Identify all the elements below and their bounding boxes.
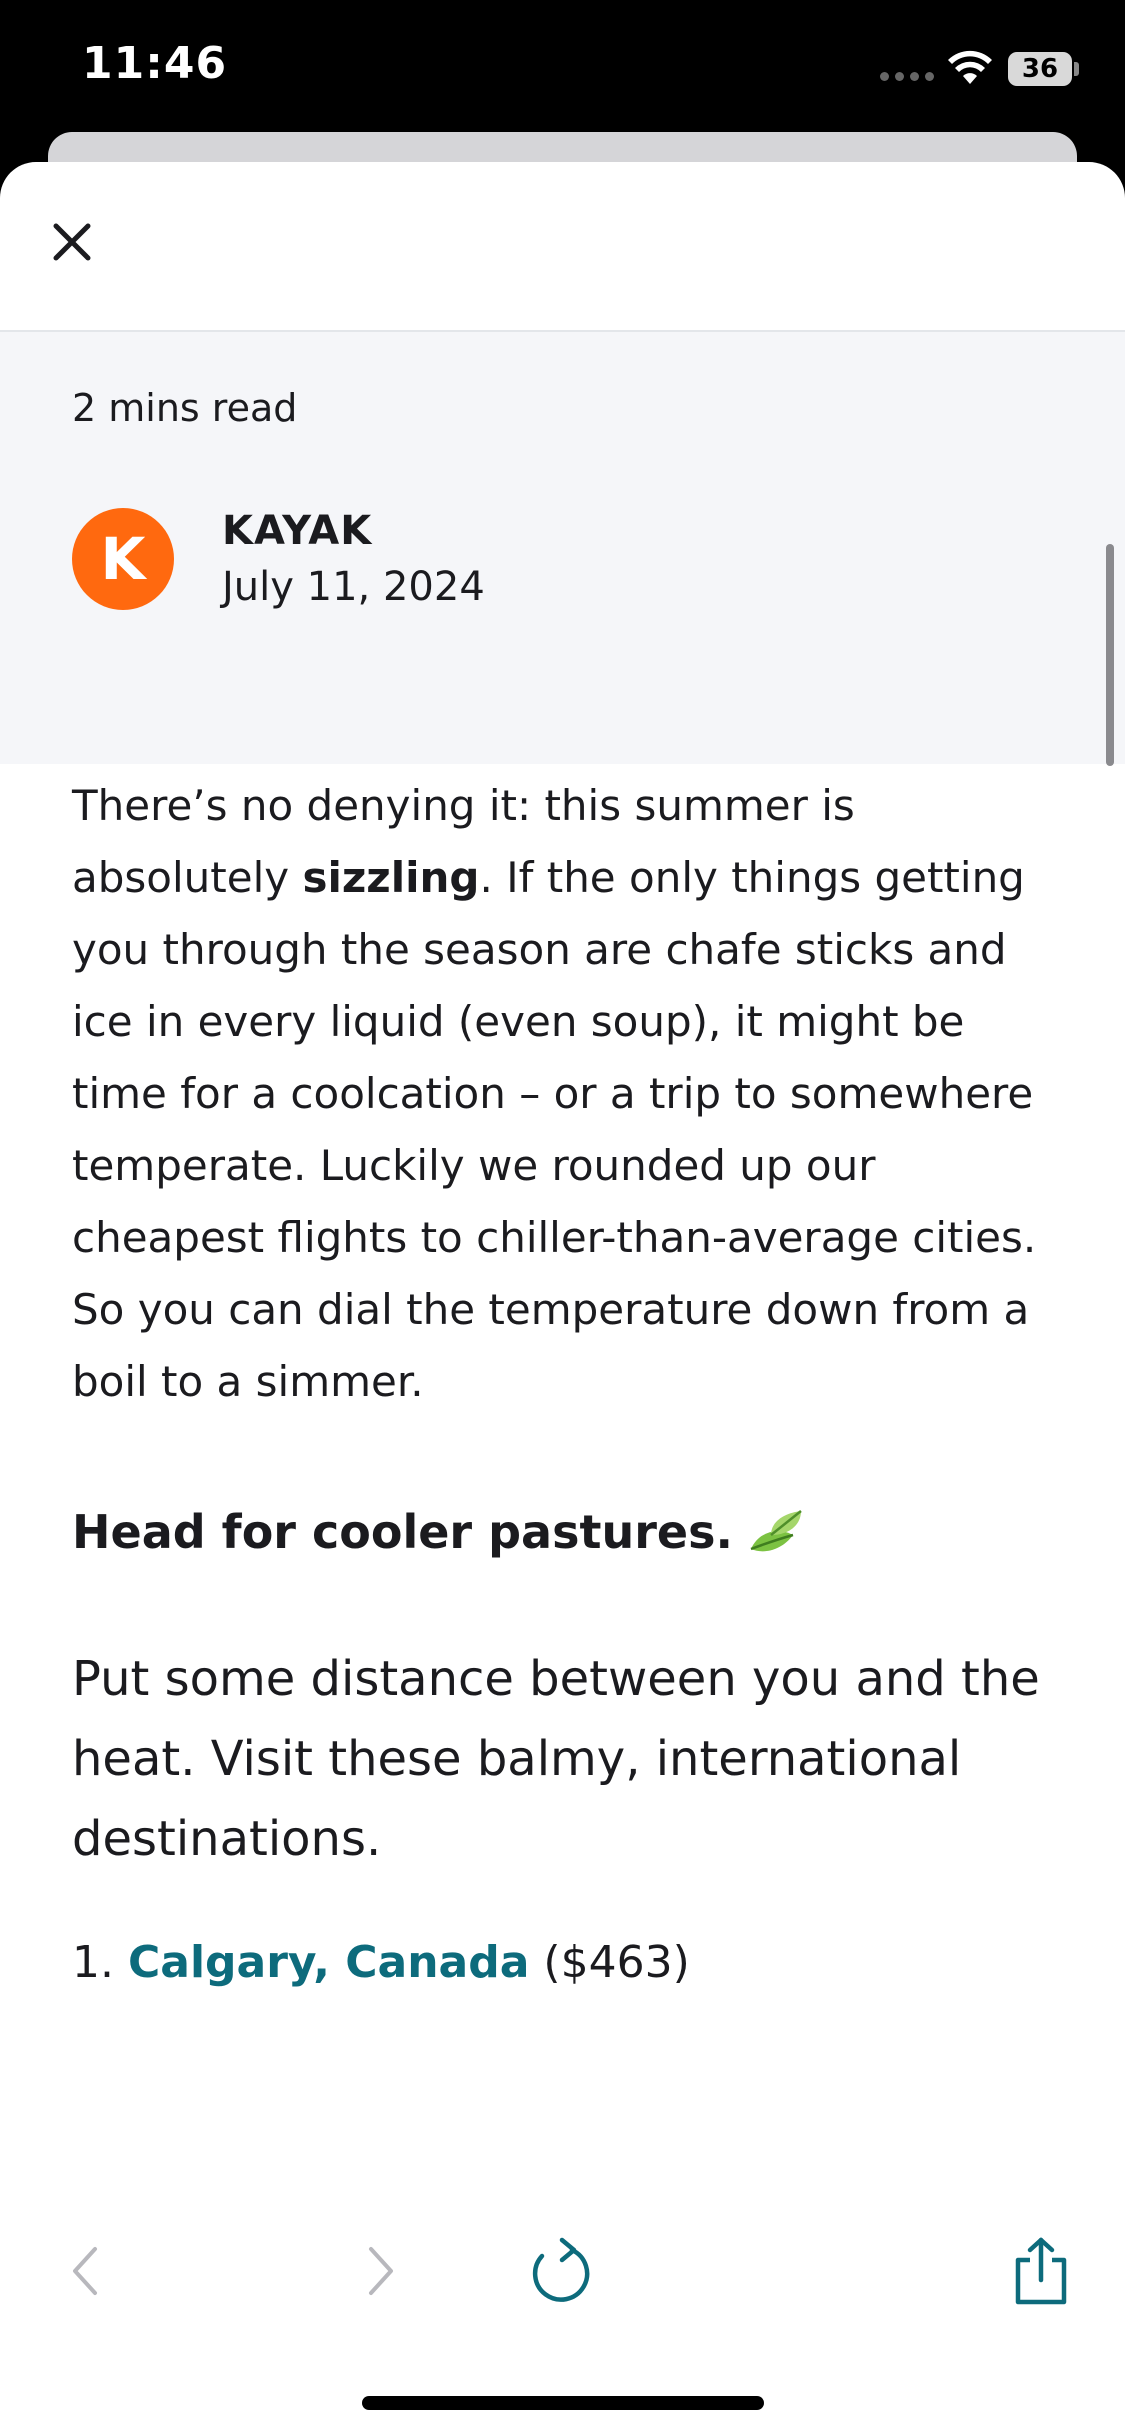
- cellular-signal-icon: [880, 72, 934, 81]
- intro-paragraph: There’s no denying it: this summer is ab…: [72, 770, 1072, 1418]
- read-time: 2 mins read: [72, 386, 298, 430]
- article-meta: 2 mins read K KAYAK July 11, 2024: [0, 332, 1125, 764]
- battery-icon: 36: [1008, 52, 1072, 86]
- section-heading-text: Head for cooler pastures.: [72, 1505, 733, 1559]
- intro-text-b: . If the only things getting you through…: [72, 853, 1037, 1406]
- post-date: July 11, 2024: [222, 564, 485, 610]
- back-icon: [73, 2247, 97, 2295]
- author-name: KAYAK: [222, 508, 373, 554]
- list-number: 1.: [72, 1936, 114, 1988]
- destination-price: ($463): [543, 1936, 690, 1988]
- battery-tip: [1074, 62, 1079, 76]
- article-body: There’s no denying it: this summer is ab…: [72, 770, 1072, 1993]
- close-icon[interactable]: [48, 218, 96, 266]
- reload-icon: [532, 2237, 590, 2302]
- destination-link[interactable]: Calgary, Canada: [128, 1937, 529, 1988]
- forward-button[interactable]: [346, 2236, 416, 2306]
- leaf-icon: [750, 1509, 802, 1551]
- list-item: 1. Calgary, Canada ($463): [72, 1933, 1072, 1993]
- status-bar: 11:46 36: [0, 0, 1125, 140]
- back-button[interactable]: [50, 2236, 120, 2306]
- reload-button[interactable]: [526, 2236, 596, 2306]
- wifi-icon: [948, 50, 992, 84]
- sheet-header: [0, 162, 1125, 332]
- home-indicator[interactable]: [362, 2396, 764, 2410]
- section-paragraph: Put some distance between you and the he…: [72, 1650, 1040, 1867]
- scroll-indicator[interactable]: [1106, 544, 1114, 766]
- status-time: 11:46: [82, 38, 228, 89]
- author-avatar: K: [72, 508, 174, 610]
- section-heading: Head for cooler pastures.: [72, 1502, 1072, 1567]
- share-icon: [1015, 2237, 1067, 2305]
- browser-toolbar: [0, 2200, 1125, 2340]
- forward-icon: [369, 2247, 393, 2295]
- intro-bold-word: sizzling: [302, 853, 480, 902]
- share-button[interactable]: [1006, 2236, 1076, 2306]
